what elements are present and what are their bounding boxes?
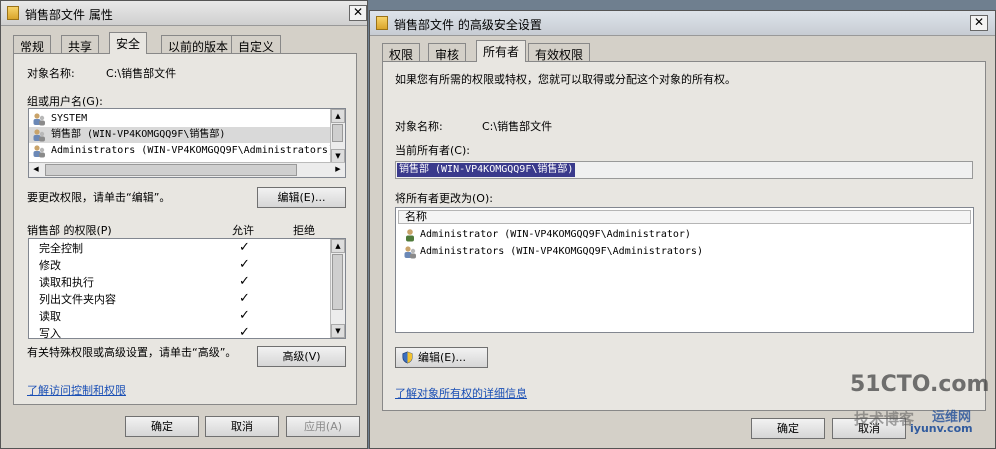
tab-previous-versions[interactable]: 以前的版本 [161, 35, 236, 54]
special-permissions-hint: 有关特殊权限或高级设置，请单击“高级”。 [27, 346, 237, 359]
advanced-title: 销售部文件 的高级安全设置 [394, 18, 542, 32]
ownership-help-link[interactable]: 了解对象所有权的详细信息 [395, 385, 527, 401]
name-column-label: 名称 [405, 210, 427, 223]
list-item[interactable]: SYSTEM [29, 111, 331, 127]
permission-name: 完全控制 [39, 242, 83, 255]
advanced-titlebar[interactable]: 销售部文件 的高级安全设置 ✕ [370, 11, 995, 36]
user-group-icon [33, 113, 45, 126]
watermark-line2: 技术博客 [854, 410, 915, 428]
permission-row: 列出文件夹内容 ✓ [29, 291, 329, 308]
list-item[interactable]: Administrator (WIN-VP4KOMGQQ9F\Administr… [396, 227, 956, 243]
user-group-icon [33, 145, 45, 158]
user-icon [406, 229, 414, 242]
scroll-thumb[interactable] [45, 164, 297, 176]
scroll-right-icon[interactable]: ▶ [331, 163, 345, 176]
list-item[interactable]: 销售部 (WIN-VP4KOMGQQ9F\销售部) [29, 127, 331, 143]
tab-security[interactable]: 安全 [109, 32, 148, 54]
permission-name: 修改 [39, 259, 61, 272]
users-listbox[interactable]: SYSTEM 销售部 (WIN-VP4KOMGQQ9F\销售部) Adminis… [28, 108, 346, 178]
properties-title: 销售部文件 属性 [25, 8, 113, 22]
tab-general[interactable]: 常规 [13, 35, 52, 54]
scroll-up-icon[interactable]: ▲ [331, 109, 345, 123]
apply-button[interactable]: 应用(A) [286, 416, 360, 437]
list-item[interactable]: Administrators (WIN-VP4KOMGQQ9F\Administ… [396, 244, 956, 260]
users-vertical-scrollbar[interactable]: ▲ ▼ [330, 109, 345, 163]
user-name: 销售部 (WIN-VP4KOMGQQ9F\销售部) [51, 129, 226, 140]
properties-dialog: 销售部文件 属性 ✕ 常规 共享 安全 以前的版本 自定义 对象名称: C:\销… [0, 0, 368, 449]
tab-effective-permissions[interactable]: 有效权限 [528, 43, 591, 62]
user-name: Administrators (WIN-VP4KOMGQQ9F\Administ… [51, 145, 334, 156]
current-owner-value: 销售部 (WIN-VP4KOMGQQ9F\销售部) [397, 163, 576, 177]
permission-name: 读取 [39, 310, 61, 323]
scroll-up-icon[interactable]: ▲ [331, 239, 345, 253]
allow-check-icon: ✓ [239, 308, 250, 323]
site-watermark: 51CTO.com 技术博客 运维网 iyunv.com [848, 372, 994, 448]
tab-permissions[interactable]: 权限 [382, 43, 421, 62]
close-icon[interactable]: ✕ [349, 5, 367, 21]
permission-row: 完全控制 ✓ [29, 240, 329, 257]
folder-icon [376, 16, 388, 30]
owner-name: Administrators (WIN-VP4KOMGQQ9F\Administ… [420, 246, 703, 257]
object-name-value: C:\销售部文件 [482, 120, 553, 133]
allow-check-icon: ✓ [239, 240, 250, 255]
change-owner-label: 将所有者更改为(O): [395, 192, 493, 205]
scroll-left-icon[interactable]: ◀ [29, 163, 43, 176]
permissions-header: 销售部 的权限(P) [27, 224, 112, 237]
owner-candidates-list[interactable]: 名称 Administrator (WIN-VP4KOMGQQ9F\Admini… [395, 207, 974, 333]
scroll-thumb[interactable] [332, 254, 343, 310]
scroll-down-icon[interactable]: ▼ [331, 324, 345, 338]
edit-owner-button[interactable]: 编辑(E)... [395, 347, 488, 368]
change-permissions-hint: 要更改权限，请单击“编辑”。 [27, 191, 171, 204]
user-group-icon [33, 129, 45, 142]
permission-name: 列出文件夹内容 [39, 293, 116, 306]
folder-icon [7, 6, 19, 20]
user-name: SYSTEM [51, 113, 88, 124]
permissions-listbox[interactable]: 完全控制 ✓ 修改 ✓ 读取和执行 ✓ 列出文件夹内容 ✓ 读取 ✓ 写入 ✓ … [28, 238, 346, 339]
watermark-line4: iyunv.com [910, 422, 973, 435]
permission-row: 修改 ✓ [29, 257, 329, 274]
object-name-label: 对象名称: [395, 120, 443, 133]
permission-row: 读取 ✓ [29, 308, 329, 325]
allow-check-icon: ✓ [239, 274, 250, 289]
object-name-label: 对象名称: [27, 67, 75, 80]
tab-owner[interactable]: 所有者 [476, 40, 527, 62]
scroll-down-icon[interactable]: ▼ [331, 149, 345, 163]
permissions-vertical-scrollbar[interactable]: ▲ ▼ [330, 239, 345, 338]
tab-sharing[interactable]: 共享 [61, 35, 100, 54]
owner-info-text: 如果您有所需的权限或特权，您就可以取得或分配这个对象的所有权。 [395, 73, 736, 86]
close-icon[interactable]: ✕ [970, 15, 988, 31]
list-item[interactable]: Administrators (WIN-VP4KOMGQQ9F\Administ… [29, 143, 334, 159]
ok-button[interactable]: 确定 [125, 416, 199, 437]
edit-owner-label: 编辑(E)... [418, 351, 467, 364]
permission-name: 读取和执行 [39, 276, 94, 289]
tab-auditing[interactable]: 审核 [428, 43, 467, 62]
name-column-header[interactable]: 名称 [398, 210, 971, 224]
allow-check-icon: ✓ [239, 325, 250, 339]
current-owner-label: 当前所有者(C): [395, 144, 470, 157]
scroll-thumb[interactable] [332, 124, 343, 142]
owner-name: Administrator (WIN-VP4KOMGQQ9F\Administr… [420, 229, 691, 240]
access-control-help-link[interactable]: 了解访问控制和权限 [27, 382, 126, 398]
ok-button[interactable]: 确定 [751, 418, 825, 439]
permission-row: 读取和执行 ✓ [29, 274, 329, 291]
cancel-button[interactable]: 取消 [205, 416, 279, 437]
allow-header: 允许 [232, 224, 254, 237]
deny-header: 拒绝 [293, 224, 315, 237]
permission-row: 写入 ✓ [29, 325, 329, 339]
current-owner-field[interactable]: 销售部 (WIN-VP4KOMGQQ9F\销售部) [395, 161, 973, 179]
properties-titlebar[interactable]: 销售部文件 属性 ✕ [1, 1, 367, 26]
shield-icon [402, 351, 413, 364]
permission-name: 写入 [39, 327, 61, 339]
tab-customize[interactable]: 自定义 [231, 35, 282, 54]
allow-check-icon: ✓ [239, 257, 250, 272]
edit-button[interactable]: 编辑(E)... [257, 187, 346, 208]
allow-check-icon: ✓ [239, 291, 250, 306]
user-group-icon [404, 246, 416, 259]
watermark-site: 51CTO.com [850, 372, 990, 397]
users-horizontal-scrollbar[interactable]: ◀ ▶ [29, 162, 345, 177]
object-name-value: C:\销售部文件 [106, 67, 177, 80]
advanced-button[interactable]: 高级(V) [257, 346, 346, 367]
group-users-label: 组或用户名(G): [27, 95, 103, 108]
